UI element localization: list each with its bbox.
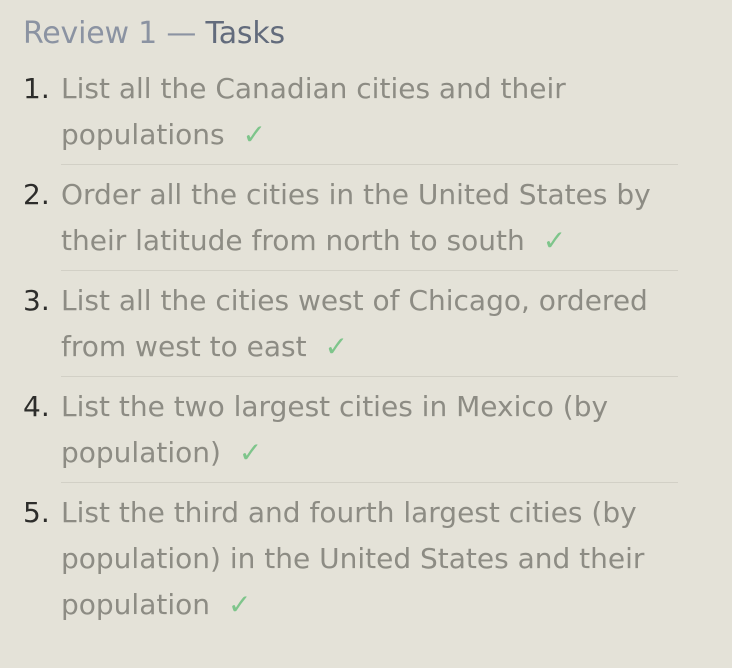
- checkmark-icon: ✓: [324, 330, 349, 363]
- task-number: 2.: [23, 178, 50, 211]
- review-page: Review 1 — Tasks 1. List all the Canadia…: [0, 0, 732, 668]
- task-body: List all the Canadian cities and their p…: [61, 66, 678, 165]
- task-list: 1. List all the Canadian cities and thei…: [23, 66, 732, 634]
- task-item-1: 1. List all the Canadian cities and thei…: [23, 66, 678, 165]
- task-number: 4.: [23, 390, 50, 423]
- task-text: List the two largest cities in Mexico (b…: [61, 390, 609, 469]
- task-body: Order all the cities in the United State…: [61, 172, 678, 271]
- task-number: 5.: [23, 496, 50, 529]
- task-text: List the third and fourth largest cities…: [61, 496, 645, 621]
- task-body: List all the cities west of Chicago, ord…: [61, 278, 678, 377]
- task-item-3: 3. List all the cities west of Chicago, …: [23, 278, 678, 377]
- task-item-4: 4. List the two largest cities in Mexico…: [23, 384, 678, 483]
- task-number: 3.: [23, 284, 50, 317]
- checkmark-icon: ✓: [542, 224, 567, 257]
- page-title-main: Tasks: [205, 16, 286, 51]
- checkmark-icon: ✓: [228, 588, 252, 621]
- checkmark-icon: ✓: [238, 436, 263, 469]
- page-title-prefix: Review 1 —: [23, 16, 206, 51]
- task-text: List all the cities west of Chicago, ord…: [61, 284, 648, 363]
- task-item-5: 5. List the third and fourth largest cit…: [23, 490, 678, 634]
- task-number: 1.: [23, 72, 50, 105]
- task-text: List all the Canadian cities and their p…: [61, 72, 566, 151]
- checkmark-icon: ✓: [242, 118, 267, 151]
- task-body: List the two largest cities in Mexico (b…: [61, 384, 678, 483]
- task-item-2: 2. Order all the cities in the United St…: [23, 172, 678, 271]
- task-body: List the third and fourth largest cities…: [61, 490, 678, 634]
- page-title: Review 1 — Tasks: [23, 14, 732, 54]
